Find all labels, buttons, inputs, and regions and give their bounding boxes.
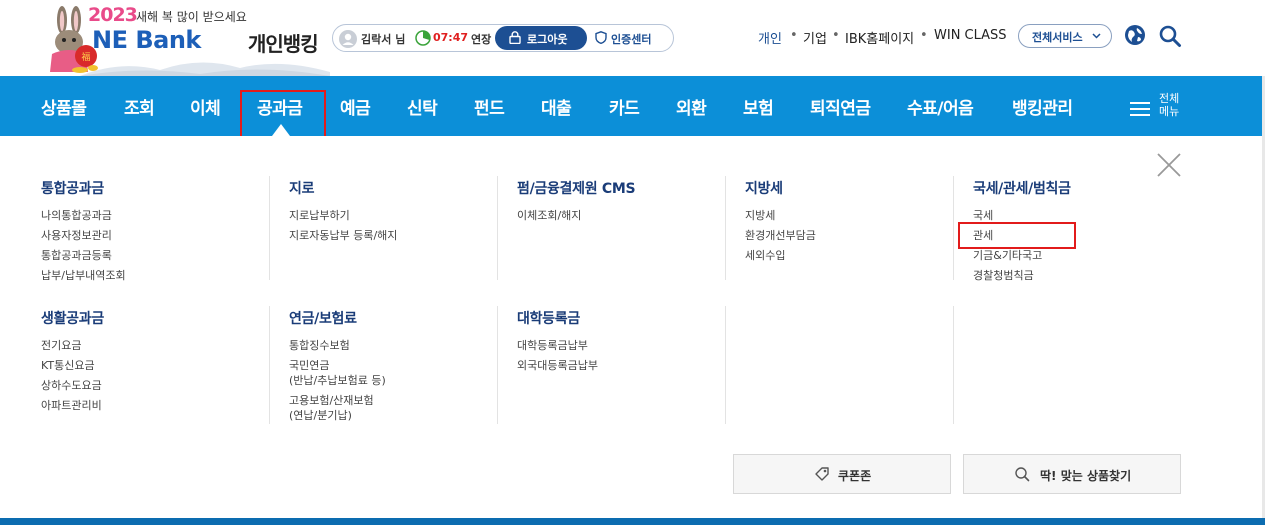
menu-item-integrated-collection-insurance[interactable]: 통합징수보험	[289, 338, 350, 353]
magnifier-icon	[1015, 467, 1030, 482]
all-menu-label-line1: 전체	[1159, 92, 1180, 105]
section-title-pension-insurance[interactable]: 연금/보험료	[289, 308, 357, 328]
logo-year: 2023	[88, 4, 138, 26]
column-divider	[497, 176, 498, 280]
menu-item-transfer-inquiry-cancel[interactable]: 이체조회/해지	[517, 208, 581, 223]
column-divider	[725, 306, 726, 424]
menu-item-non-tax-revenue[interactable]: 세외수입	[745, 248, 785, 263]
logo[interactable]: 福 2023 새해 복 많이 받으세요 NE Bank 개인뱅킹	[40, 2, 330, 76]
main-nav: 상품몰 조회 이체 공과금 예금 신탁 펀드 대출 카드 외환 보험 퇴직연금 …	[0, 76, 1265, 140]
column-divider	[497, 306, 498, 424]
hills-decoration	[80, 62, 330, 76]
active-nav-pointer	[272, 124, 290, 136]
lock-icon	[509, 31, 521, 44]
section-title-national-tax[interactable]: 국세/관세/범칙금	[973, 178, 1071, 198]
chevron-down-icon	[1092, 33, 1101, 39]
all-menu-label-line2: 메뉴	[1159, 105, 1180, 118]
util-link-win-class[interactable]: WIN CLASS	[934, 28, 1007, 43]
close-icon[interactable]	[1156, 152, 1182, 178]
section-title-integrated-bills[interactable]: 통합공과금	[41, 178, 104, 198]
menu-item-integrated-bill-registration[interactable]: 통합공과금등록	[41, 248, 112, 263]
session-bar: 김락서 님 07:47 연장 로그아웃 인증센터	[332, 24, 674, 52]
logo-bank-name: NE Bank	[92, 26, 201, 54]
nav-item-product-mall[interactable]: 상품몰	[41, 94, 87, 119]
nav-item-loan[interactable]: 대출	[541, 94, 572, 119]
menu-item-national-pension[interactable]: 국민연금	[289, 358, 329, 373]
cert-center-button[interactable]: 인증센터	[595, 31, 651, 47]
all-services-dropdown[interactable]: 전체서비스	[1018, 24, 1112, 48]
globe-icon[interactable]	[1124, 24, 1146, 46]
menu-item-giro-payment[interactable]: 지로납부하기	[289, 208, 350, 223]
highlighted-item-box	[958, 222, 1076, 249]
menu-item-tuition-payment[interactable]: 대학등록금납부	[517, 338, 588, 353]
nav-item-insurance[interactable]: 보험	[743, 94, 774, 119]
util-link-business[interactable]: 기업	[803, 28, 827, 47]
logout-button[interactable]: 로그아웃	[495, 26, 587, 50]
header: 福 2023 새해 복 많이 받으세요 NE Bank 개인뱅킹 김락서 님 0…	[0, 0, 1265, 76]
menu-item-my-integrated-bills[interactable]: 나의통합공과금	[41, 208, 112, 223]
column-divider	[269, 176, 270, 280]
user-icon	[339, 30, 357, 48]
menu-item-electricity[interactable]: 전기요금	[41, 338, 81, 353]
cert-center-label: 인증센터	[611, 33, 652, 46]
shield-icon	[595, 31, 607, 44]
search-icon[interactable]	[1158, 24, 1182, 48]
menu-item-employment-insurance[interactable]: 고용보험/산재보험	[289, 393, 374, 408]
column-divider	[725, 176, 726, 280]
hamburger-icon	[1130, 102, 1150, 116]
menu-item-police-fine[interactable]: 경찰청범칙금	[973, 268, 1034, 283]
section-title-tuition[interactable]: 대학등록금	[517, 308, 580, 328]
logout-label: 로그아웃	[527, 33, 568, 46]
util-separator: •	[832, 28, 840, 43]
nav-item-inquiry[interactable]: 조회	[124, 94, 155, 119]
nav-item-transfer[interactable]: 이체	[190, 94, 221, 119]
remaining-time: 07:47	[433, 31, 469, 44]
column-divider	[953, 306, 954, 424]
all-services-label: 전체서비스	[1032, 31, 1083, 44]
nav-item-deposit[interactable]: 예금	[340, 94, 371, 119]
section-title-local-tax[interactable]: 지방세	[745, 178, 783, 198]
column-divider	[953, 176, 954, 280]
product-finder-button[interactable]: 딱! 맞는 상품찾기	[963, 454, 1181, 494]
extend-session-button[interactable]: 연장	[471, 31, 491, 47]
nav-item-card[interactable]: 카드	[609, 94, 640, 119]
product-finder-label: 딱! 맞는 상품찾기	[1040, 469, 1132, 483]
user-name: 김락서 님	[361, 33, 406, 46]
timer-icon	[415, 30, 431, 46]
logo-greeting: 새해 복 많이 받으세요	[136, 10, 247, 24]
menu-item-environment-charge[interactable]: 환경개선부담금	[745, 228, 816, 243]
section-title-giro[interactable]: 지로	[289, 178, 314, 198]
menu-item-apartment-fee[interactable]: 아파트관리비	[41, 398, 102, 413]
coupon-zone-button[interactable]: 쿠폰존	[733, 454, 951, 494]
menu-item-fund-other-treasury[interactable]: 기금&기타국고	[973, 248, 1042, 263]
menu-item-giro-auto-payment[interactable]: 지로자동납부 등록/해지	[289, 228, 397, 243]
menu-item-local-tax[interactable]: 지방세	[745, 208, 775, 223]
menu-item-payment-history[interactable]: 납부/납부내역조회	[41, 268, 126, 283]
coupon-icon	[815, 467, 829, 481]
mega-menu-panel: 통합공과금 나의통합공과금 사용자정보관리 통합공과금등록 납부/납부내역조회 …	[0, 136, 1265, 520]
menu-item-kt-telecom[interactable]: KT통신요금	[41, 358, 95, 373]
nav-item-pension[interactable]: 퇴직연금	[810, 94, 871, 119]
util-link-personal[interactable]: 개인	[758, 28, 782, 47]
util-link-ibk-home[interactable]: IBK홈페이지	[845, 28, 914, 47]
menu-item-water-sewage[interactable]: 상하수도요금	[41, 378, 102, 393]
menu-item-national-tax[interactable]: 국세	[973, 208, 993, 223]
nav-item-trust[interactable]: 신탁	[407, 94, 438, 119]
util-separator: •	[920, 28, 928, 43]
menu-item-user-info-management[interactable]: 사용자정보관리	[41, 228, 112, 243]
bottom-bar	[0, 518, 1265, 525]
all-menu-label: 전체 메뉴	[1159, 92, 1189, 118]
column-divider	[269, 306, 270, 424]
section-title-living-bills[interactable]: 생활공과금	[41, 308, 104, 328]
util-separator: •	[790, 28, 798, 43]
nav-item-fund[interactable]: 펀드	[474, 94, 505, 119]
nav-item-check-bill[interactable]: 수표/어음	[907, 94, 974, 119]
coupon-zone-label: 쿠폰존	[838, 469, 872, 483]
menu-item-foreign-tuition-payment[interactable]: 외국대등록금납부	[517, 358, 598, 373]
nav-item-foreign-exchange[interactable]: 외환	[676, 94, 707, 119]
menu-item-employment-insurance-note: (연납/분기납)	[289, 409, 352, 422]
nav-item-banking-management[interactable]: 뱅킹관리	[1012, 94, 1073, 119]
section-title-cms[interactable]: 펌/금융결제원 CMS	[517, 178, 636, 198]
menu-item-national-pension-note: (반납/추납보험료 등)	[289, 374, 386, 387]
